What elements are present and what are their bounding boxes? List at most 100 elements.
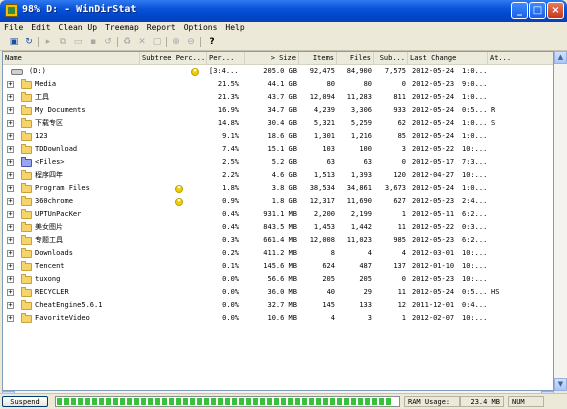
folder-items: 1,453 bbox=[313, 223, 335, 231]
folder-time: 9:0... bbox=[462, 80, 488, 88]
table-row[interactable]: + CheatEngine5.6.1 0.0% 32.7 MB 145 133 12 2011… bbox=[3, 299, 553, 312]
refresh-selected-icon[interactable]: ↺ bbox=[102, 36, 114, 48]
delete-icon[interactable]: ✕ bbox=[136, 36, 148, 48]
folder-subdirs: 11 bbox=[397, 288, 406, 296]
expand-plus-icon[interactable]: + bbox=[7, 315, 14, 322]
folder-time: 1:0... bbox=[462, 132, 488, 140]
column-header-percent[interactable]: Per... bbox=[207, 52, 245, 64]
column-header-last-change[interactable]: Last Change bbox=[408, 52, 488, 64]
table-row[interactable]: + <Files> 2.5% 5.2 GB 63 63 0 2012-05-17 7:3... bbox=[3, 156, 553, 169]
cmd-icon[interactable]: ▪ bbox=[87, 36, 99, 48]
minimize-button[interactable]: _ bbox=[511, 2, 528, 19]
expand-plus-icon[interactable]: + bbox=[7, 198, 14, 205]
table-row[interactable]: + tuxong 0.0% 56.6 MB 205 205 0 2012-05-23 10:..… bbox=[3, 273, 553, 286]
root-drive-row[interactable]: (D:) [3:4... 205.0 GB 92,475 84,900 7,57… bbox=[3, 65, 553, 78]
folder-last-change: 2011-12-01 bbox=[412, 301, 455, 309]
folder-icon bbox=[21, 300, 32, 310]
folder-files: 487 bbox=[359, 262, 372, 270]
expand-plus-icon[interactable]: + bbox=[7, 120, 14, 127]
zoom-out-icon[interactable]: ⊖ bbox=[185, 36, 197, 48]
folder-percent: 0.9% bbox=[222, 197, 239, 205]
root-last-change: 2012-05-24 bbox=[412, 67, 455, 75]
vertical-scrollbar[interactable]: ▲ ▼ bbox=[554, 51, 567, 391]
scroll-up-arrow-icon[interactable]: ▲ bbox=[554, 51, 567, 64]
table-row[interactable]: + UPTUnPacKer 0.4% 931.1 MB 2,200 2,199 1 2012-… bbox=[3, 208, 553, 221]
explorer-icon[interactable]: ▭ bbox=[72, 36, 84, 48]
expand-plus-icon[interactable]: + bbox=[7, 276, 14, 283]
expand-plus-icon[interactable]: + bbox=[7, 159, 14, 166]
column-header-attributes[interactable]: At... bbox=[488, 52, 553, 64]
table-row[interactable]: + 工具 21.3% 43.7 GB 12,094 11,283 811 2012-05-24… bbox=[3, 91, 553, 104]
expand-plus-icon[interactable]: + bbox=[7, 289, 14, 296]
folder-time: 6:2... bbox=[462, 210, 488, 218]
folder-last-change: 2012-05-24 bbox=[412, 106, 455, 114]
table-row[interactable]: + Media 21.5% 44.1 GB 80 80 0 2012-05-23 9:0... bbox=[3, 78, 553, 91]
table-row[interactable]: + Downloads 0.2% 411.2 MB 8 4 4 2012-03-01 10:..… bbox=[3, 247, 553, 260]
copy-icon[interactable]: ⧉ bbox=[57, 36, 69, 48]
zoom-in-icon[interactable]: ⊕ bbox=[170, 36, 182, 48]
expand-plus-icon[interactable]: + bbox=[7, 263, 14, 270]
column-header-subdirs[interactable]: Sub... bbox=[374, 52, 408, 64]
table-row[interactable]: + 程序四年 2.2% 4.6 GB 1,513 1,393 120 2012-04-27 10… bbox=[3, 169, 553, 182]
column-header-items[interactable]: Items bbox=[299, 52, 337, 64]
num-lock-indicator: NUM bbox=[508, 396, 544, 407]
column-header-size[interactable]: > Size bbox=[245, 52, 299, 64]
table-row[interactable]: + FavoriteVideo 0.0% 10.6 MB 4 3 1 2012-02-07 10… bbox=[3, 312, 553, 325]
expand-plus-icon[interactable]: + bbox=[7, 81, 14, 88]
folder-size: 43.7 GB bbox=[267, 93, 297, 101]
folder-size: 18.6 GB bbox=[267, 132, 297, 140]
help-icon[interactable]: ? bbox=[206, 36, 218, 48]
column-header-name[interactable]: Name bbox=[3, 52, 140, 64]
table-row[interactable]: + Tencent 0.1% 145.6 MB 624 487 137 2012-01-10 1… bbox=[3, 260, 553, 273]
expand-plus-icon[interactable]: + bbox=[7, 107, 14, 114]
expand-plus-icon[interactable]: + bbox=[7, 94, 14, 101]
folder-icon bbox=[21, 144, 32, 154]
menu-file[interactable]: File bbox=[0, 22, 27, 34]
folder-percent: 9.1% bbox=[222, 132, 239, 140]
close-button[interactable]: × bbox=[547, 2, 564, 19]
expand-plus-icon[interactable]: + bbox=[7, 237, 14, 244]
expand-plus-icon[interactable]: + bbox=[7, 211, 14, 218]
table-row[interactable]: + 下载专区 14.8% 30.4 GB 5,321 5,259 62 2012-05-24 1… bbox=[3, 117, 553, 130]
play-icon[interactable]: ▸ bbox=[42, 36, 54, 48]
expand-plus-icon[interactable]: + bbox=[7, 302, 14, 309]
properties-icon[interactable]: ▢ bbox=[151, 36, 163, 48]
table-row[interactable]: + Program Files 1.8% 3.8 GB 38,534 34,861 3,67… bbox=[3, 182, 553, 195]
column-header-subtree-percent[interactable]: Subtree Perc... bbox=[140, 52, 207, 64]
folder-subdirs: 3,673 bbox=[384, 184, 406, 192]
folder-attributes bbox=[491, 91, 511, 104]
menu-help[interactable]: Help bbox=[221, 22, 248, 34]
folder-name: Downloads bbox=[35, 249, 73, 257]
folder-items: 80 bbox=[326, 80, 335, 88]
suspend-button[interactable]: Suspend bbox=[2, 396, 48, 407]
table-row[interactable]: + 专题工具 0.3% 661.4 MB 12,008 11,023 985 2012-05-… bbox=[3, 234, 553, 247]
expand-plus-icon[interactable]: + bbox=[7, 185, 14, 192]
folder-percent: 2.2% bbox=[222, 171, 239, 179]
refresh-icon[interactable]: ↻ bbox=[23, 36, 35, 48]
table-row[interactable]: + RECYCLER 0.0% 36.0 MB 40 29 11 2012-05-24 0:5.… bbox=[3, 286, 553, 299]
directory-list[interactable]: Name Subtree Perc... Per... > Size Items… bbox=[2, 51, 554, 391]
table-row[interactable]: +123 9.1% 18.6 GB 1,301 1,216 85 2012-05-24 1:0… bbox=[3, 130, 553, 143]
menu-edit[interactable]: Edit bbox=[27, 22, 54, 34]
menu-report[interactable]: Report bbox=[143, 22, 180, 34]
scroll-down-arrow-icon[interactable]: ▼ bbox=[554, 378, 567, 391]
expand-plus-icon[interactable]: + bbox=[7, 133, 14, 140]
table-row[interactable]: + TDDownload 7.4% 15.1 GB 103 100 3 2012-05-22 1… bbox=[3, 143, 553, 156]
column-header-files[interactable]: Files bbox=[337, 52, 374, 64]
menu-treemap[interactable]: Treemap bbox=[101, 22, 143, 34]
expand-plus-icon[interactable]: + bbox=[7, 250, 14, 257]
expand-plus-icon[interactable]: + bbox=[7, 172, 14, 179]
folder-icon bbox=[21, 222, 32, 232]
expand-plus-icon[interactable]: + bbox=[7, 224, 14, 231]
table-row[interactable]: + My Documents 16.9% 34.7 GB 4,239 3,306 933 20… bbox=[3, 104, 553, 117]
open-icon[interactable]: ▣ bbox=[8, 36, 20, 48]
table-row[interactable]: +360chrome 0.9% 1.8 GB 12,317 11,690 627 2012-… bbox=[3, 195, 553, 208]
folder-attributes bbox=[491, 195, 511, 208]
menu-clean-up[interactable]: Clean Up bbox=[55, 22, 102, 34]
menu-options[interactable]: Options bbox=[180, 22, 222, 34]
expand-plus-icon[interactable]: + bbox=[7, 146, 14, 153]
maximize-button[interactable]: □ bbox=[529, 2, 546, 19]
folder-time: 1:0... bbox=[462, 119, 488, 127]
table-row[interactable]: + 美女图片 0.4% 843.5 MB 1,453 1,442 11 2012-05-22 0… bbox=[3, 221, 553, 234]
recycle-icon[interactable]: ♻ bbox=[121, 36, 133, 48]
